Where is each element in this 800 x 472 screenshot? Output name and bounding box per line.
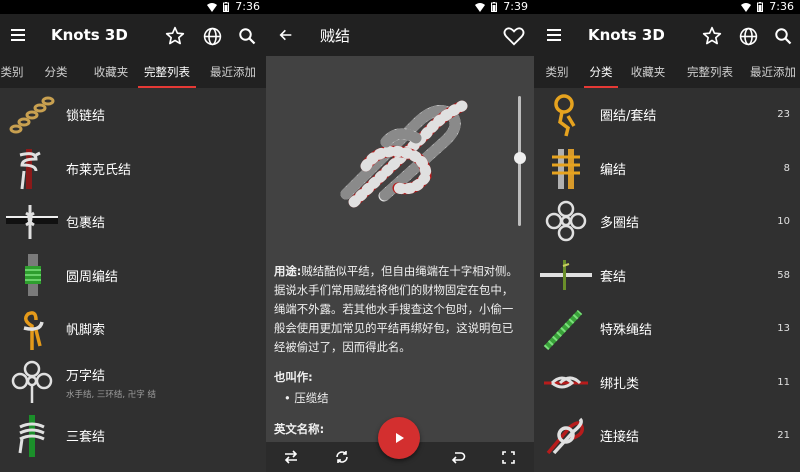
loop-knot-icon bbox=[554, 94, 576, 137]
detail-app-bar: 贼结 bbox=[266, 14, 534, 56]
search-icon[interactable] bbox=[772, 25, 794, 47]
knot-list: 锁链结 布莱克氏结 包裹结 圆周编结 帆脚索 万字结 水手结, 三环结, 卍字 … bbox=[0, 88, 266, 472]
tab-recent[interactable]: 最近添加 bbox=[200, 56, 266, 88]
tab-classification[interactable]: 分类 bbox=[580, 56, 622, 88]
detail-panel: 7:39 贼结 用途:贼结酷似平结，但自由绳端在十字相对侧。据说水手们常用贼结将… bbox=[266, 0, 534, 472]
battery-icon bbox=[491, 2, 498, 12]
app-bar: Knots 3D bbox=[0, 14, 266, 56]
knot-title: 贼结 bbox=[320, 26, 351, 45]
list-item[interactable]: 布莱克氏结 bbox=[0, 142, 266, 196]
status-bar: 7:36 bbox=[534, 0, 800, 14]
list-item[interactable]: 三套结 bbox=[0, 409, 266, 463]
list-item[interactable]: 编结 8 bbox=[534, 142, 800, 196]
knot-description: 用途:贼结酷似平结，但自由绳端在十字相对侧。据说水手们常用贼结将他们的财物固定在… bbox=[274, 262, 524, 439]
list-item[interactable]: 特殊绳结 13 bbox=[534, 302, 800, 356]
globe-icon[interactable] bbox=[201, 25, 223, 47]
item-count: 23 bbox=[777, 109, 790, 121]
globe-icon[interactable] bbox=[737, 25, 759, 47]
swap-arrows-icon[interactable] bbox=[278, 444, 304, 470]
braid-knot-icon bbox=[552, 149, 580, 190]
menu-icon[interactable] bbox=[0, 14, 36, 56]
hitch-knot-icon bbox=[540, 260, 592, 291]
rotation-slider-thumb[interactable] bbox=[514, 152, 526, 164]
thief-knot-image bbox=[340, 100, 468, 208]
app-title: Knots 3D bbox=[588, 26, 665, 44]
knot-3d-view[interactable] bbox=[266, 56, 534, 256]
battery-icon bbox=[223, 2, 230, 12]
status-bar: 7:39 bbox=[266, 0, 534, 14]
item-count: 58 bbox=[777, 269, 790, 281]
tab-full-list[interactable]: 完整列表 bbox=[674, 56, 746, 88]
repeat-icon[interactable] bbox=[329, 444, 355, 470]
right-panel: 7:36 Knots 3D 类别 分类 收藏夹 完整列表 最近添加 圈结/套结 … bbox=[534, 0, 800, 472]
item-count: 21 bbox=[777, 430, 790, 442]
search-icon[interactable] bbox=[236, 25, 258, 47]
sheet-bend-icon bbox=[23, 310, 44, 350]
status-bar: 7:36 bbox=[0, 0, 266, 14]
app-title: Knots 3D bbox=[51, 26, 128, 44]
joining-knot-icon bbox=[546, 417, 584, 454]
app-bar: Knots 3D bbox=[534, 14, 800, 56]
list-item[interactable]: 帆脚索 bbox=[0, 302, 266, 356]
list-item[interactable]: 圈结/套结 23 bbox=[534, 88, 800, 142]
item-count: 13 bbox=[777, 323, 790, 335]
play-icon bbox=[396, 433, 404, 443]
status-time: 7:36 bbox=[769, 0, 794, 13]
tab-full-list[interactable]: 完整列表 bbox=[134, 56, 200, 88]
wifi-icon bbox=[741, 2, 752, 12]
list-item[interactable]: 绑扎类 11 bbox=[534, 356, 800, 410]
blakes-hitch-icon bbox=[19, 149, 41, 190]
back-arrow-icon[interactable] bbox=[266, 14, 306, 56]
multi-loop-knot-icon bbox=[545, 200, 587, 241]
tab-recent[interactable]: 最近添加 bbox=[746, 56, 800, 88]
tab-bar: 类别 分类 收藏夹 完整列表 最近添加 bbox=[534, 56, 800, 88]
aka-label: 也叫作: bbox=[274, 370, 313, 384]
heart-icon[interactable] bbox=[502, 24, 526, 48]
loop-back-icon[interactable] bbox=[445, 444, 471, 470]
chain-knot-icon bbox=[9, 96, 55, 134]
wrap-knot-icon bbox=[6, 204, 58, 239]
aka-item: • 压缆结 bbox=[284, 391, 329, 405]
special-knot-icon bbox=[543, 309, 583, 350]
play-button[interactable] bbox=[378, 417, 420, 459]
category-list: 圈结/套结 23 编结 8 多圈结 10 套结 58 特殊绳结 13 绑扎类 1… bbox=[534, 88, 800, 472]
list-item[interactable]: 连接结 21 bbox=[534, 409, 800, 463]
wifi-icon bbox=[475, 2, 486, 12]
tab-classification[interactable]: 分类 bbox=[24, 56, 88, 88]
swastika-knot-icon bbox=[11, 361, 53, 404]
list-item[interactable]: 圆周编结 bbox=[0, 249, 266, 303]
item-count: 8 bbox=[783, 162, 790, 174]
left-panel: 7:36 Knots 3D 类别 分类 收藏夹 完整列表 最近添加 锁链结 布莱… bbox=[0, 0, 266, 472]
tab-category[interactable]: 类别 bbox=[0, 56, 24, 88]
triple-knot-icon bbox=[18, 414, 45, 457]
list-item[interactable]: 包裹结 bbox=[0, 195, 266, 249]
wifi-icon bbox=[207, 2, 218, 12]
item-count: 11 bbox=[777, 376, 790, 388]
list-item[interactable]: 多圈结 10 bbox=[534, 195, 800, 249]
fullscreen-icon[interactable] bbox=[496, 444, 522, 470]
tab-bar: 类别 分类 收藏夹 完整列表 最近添加 bbox=[0, 56, 266, 88]
star-icon[interactable] bbox=[164, 25, 186, 47]
list-item[interactable]: 万字结 水手结, 三环结, 卍字 结 bbox=[0, 356, 266, 410]
binding-knot-icon bbox=[544, 376, 588, 389]
tab-favorites[interactable]: 收藏夹 bbox=[88, 56, 134, 88]
menu-icon[interactable] bbox=[534, 14, 574, 56]
list-item[interactable]: 锁链结 bbox=[0, 88, 266, 142]
item-count: 10 bbox=[777, 216, 790, 228]
tab-category[interactable]: 类别 bbox=[534, 56, 580, 88]
round-turn-braid-icon bbox=[25, 254, 41, 297]
star-icon[interactable] bbox=[701, 25, 723, 47]
status-time: 7:39 bbox=[503, 0, 528, 13]
usage-text: 贼结酷似平结，但自由绳端在十字相对侧。据说水手们常用贼结将他们的财物固定在包中，… bbox=[274, 264, 518, 354]
list-item[interactable]: 套结 58 bbox=[534, 249, 800, 303]
status-time: 7:36 bbox=[235, 0, 260, 13]
battery-icon bbox=[757, 2, 764, 12]
tab-favorites[interactable]: 收藏夹 bbox=[622, 56, 674, 88]
usage-label: 用途: bbox=[274, 264, 302, 278]
